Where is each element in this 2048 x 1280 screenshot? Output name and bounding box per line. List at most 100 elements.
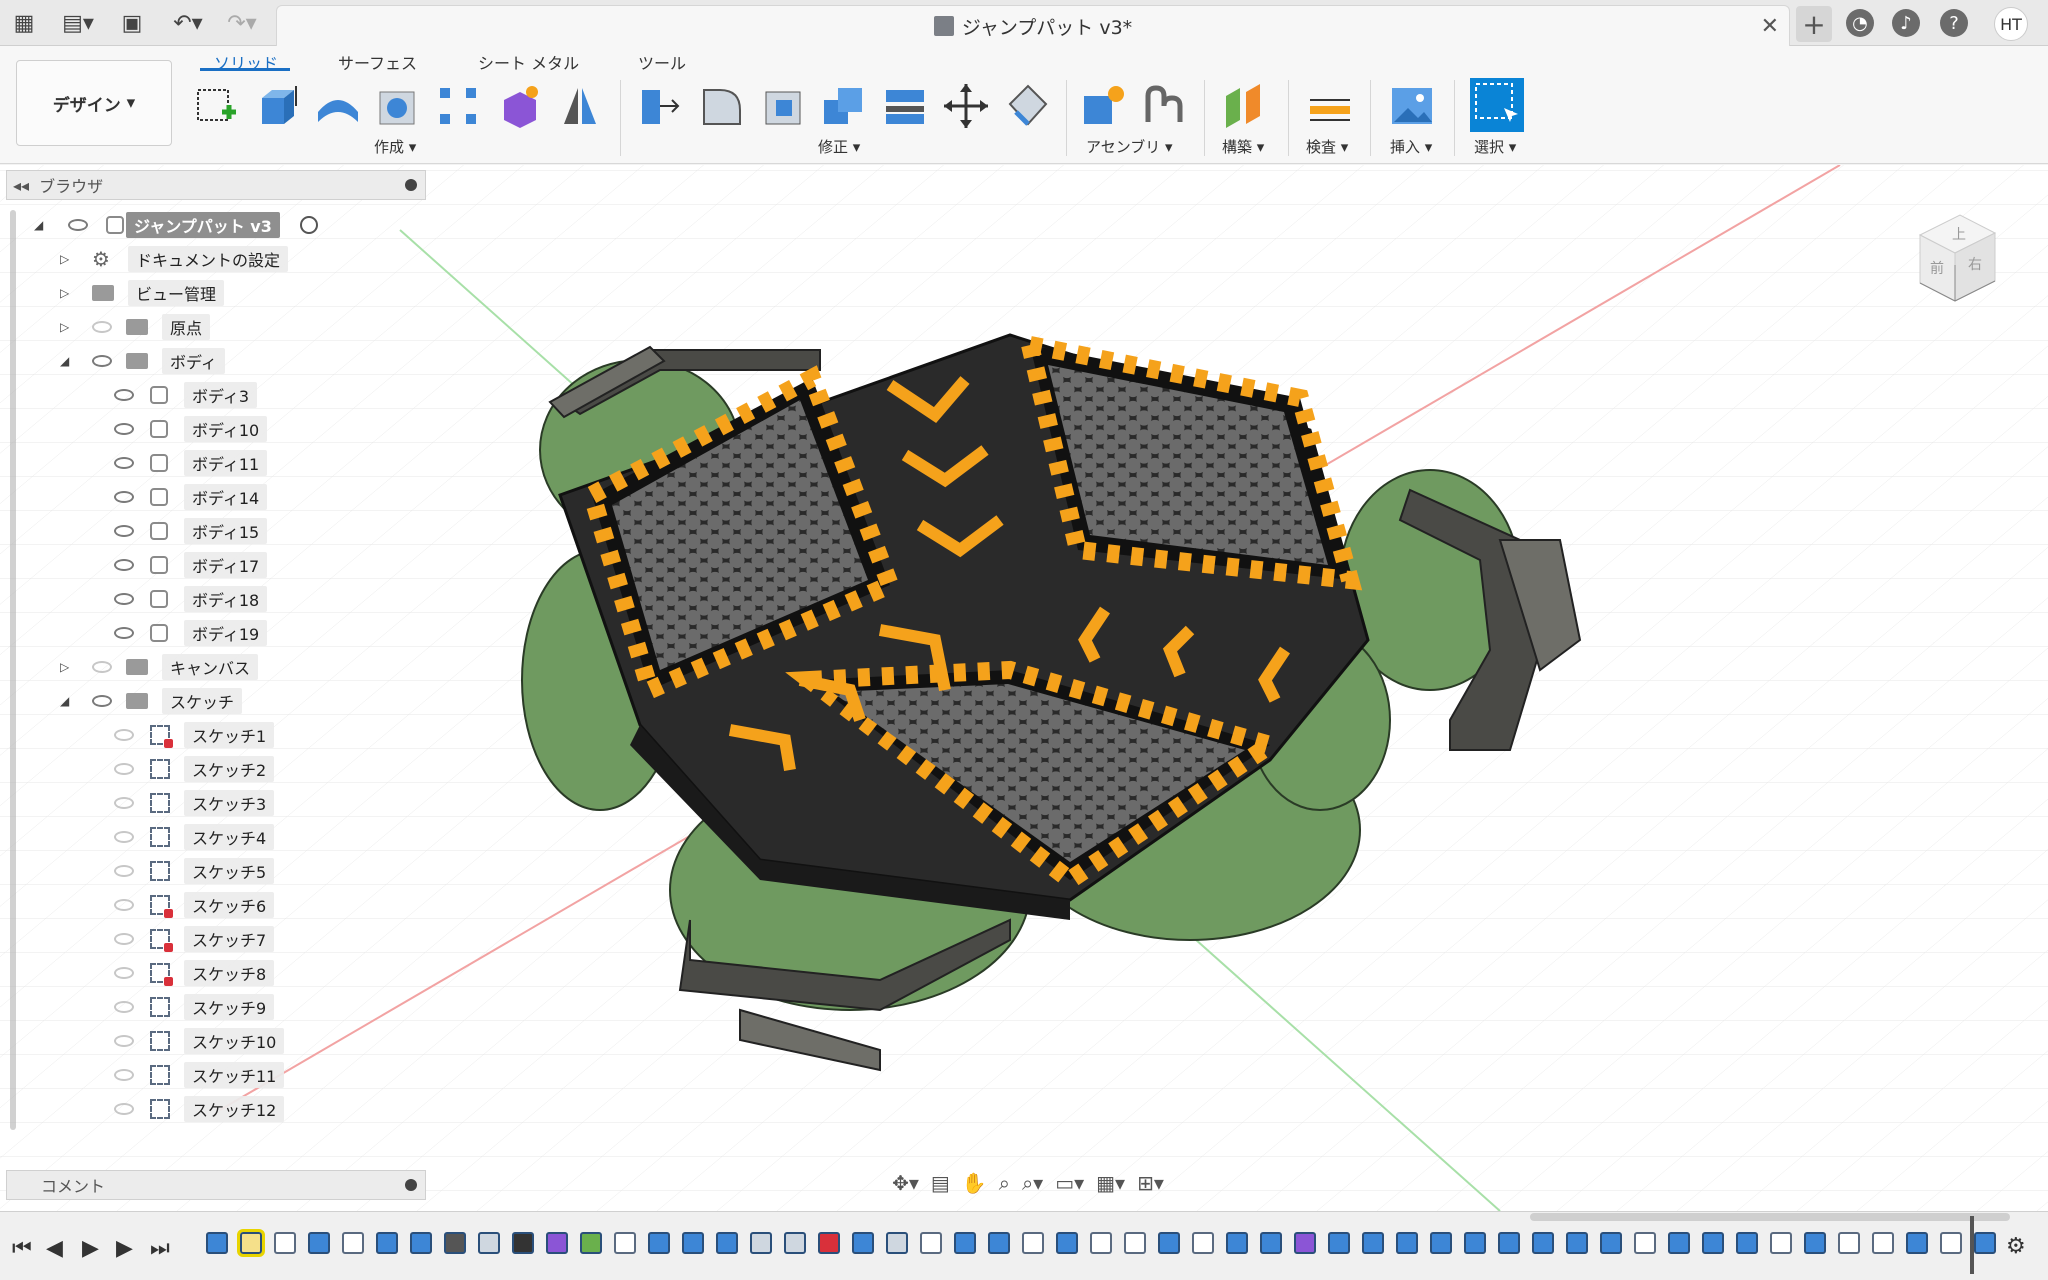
extrude-icon[interactable]: [254, 82, 302, 130]
new-tab-button[interactable]: +: [1796, 6, 1832, 42]
visibility-icon[interactable]: [114, 593, 134, 605]
undo-icon[interactable]: ↶▾: [168, 9, 208, 37]
tree-root[interactable]: ◢ ジャンプパット v3: [30, 212, 330, 238]
visibility-off-icon[interactable]: [114, 1035, 134, 1047]
timeline-feature[interactable]: [1736, 1232, 1758, 1254]
measure-icon[interactable]: [1306, 82, 1354, 130]
timeline-scrollbar[interactable]: [1530, 1213, 2010, 1221]
step-forward-icon[interactable]: ▶: [116, 1236, 133, 1261]
timeline-feature[interactable]: [1532, 1232, 1554, 1254]
timeline-feature[interactable]: [478, 1232, 500, 1254]
view-cube[interactable]: 上 前 右: [1900, 205, 2010, 315]
zoom-icon[interactable]: ⌕: [999, 1171, 1010, 1195]
go-to-start-icon[interactable]: ⏮: [12, 1236, 32, 1261]
timeline-feature[interactable]: [716, 1232, 738, 1254]
timeline-feature[interactable]: [1872, 1232, 1894, 1254]
timeline-feature[interactable]: [308, 1232, 330, 1254]
timeline-feature[interactable]: [1158, 1232, 1180, 1254]
timeline-feature[interactable]: [988, 1232, 1010, 1254]
timeline-feature[interactable]: [750, 1232, 772, 1254]
visibility-off-icon[interactable]: [114, 933, 134, 945]
timeline-feature[interactable]: [1090, 1232, 1112, 1254]
group-inspect[interactable]: 検査 ▾: [1306, 136, 1348, 157]
group-modify[interactable]: 修正 ▾: [818, 136, 860, 157]
new-component-icon[interactable]: [1080, 82, 1128, 130]
timeline-feature[interactable]: [410, 1232, 432, 1254]
visibility-off-icon[interactable]: [114, 865, 134, 877]
press-pull-icon[interactable]: [636, 82, 684, 130]
timeline-feature[interactable]: [1634, 1232, 1656, 1254]
visibility-icon[interactable]: [114, 491, 134, 503]
create-sketch-icon[interactable]: [192, 82, 240, 130]
timeline-feature[interactable]: [1974, 1232, 1996, 1254]
group-construct[interactable]: 構築 ▾: [1222, 136, 1264, 157]
timeline-feature[interactable]: [546, 1232, 568, 1254]
timeline-feature[interactable]: [274, 1232, 296, 1254]
form-icon[interactable]: [496, 82, 544, 130]
revolve-icon[interactable]: [314, 82, 362, 130]
timeline-feature[interactable]: [1702, 1232, 1724, 1254]
timeline-feature[interactable]: [1600, 1232, 1622, 1254]
timeline-feature[interactable]: [784, 1232, 806, 1254]
select-icon[interactable]: [1470, 78, 1524, 132]
visibility-off-icon[interactable]: [114, 763, 134, 775]
offset-plane-icon[interactable]: [1220, 82, 1268, 130]
combine-icon[interactable]: [820, 82, 868, 130]
visibility-icon[interactable]: [114, 627, 134, 639]
timeline-feature[interactable]: [512, 1232, 534, 1254]
timeline-feature[interactable]: [580, 1232, 602, 1254]
visibility-icon[interactable]: [92, 355, 112, 367]
document-tab[interactable]: ジャンプパット v3* ✕: [276, 5, 1790, 46]
hole-icon[interactable]: [374, 82, 422, 130]
close-tab-icon[interactable]: ✕: [1761, 14, 1779, 39]
shell-icon[interactable]: [760, 82, 808, 130]
apps-grid-icon[interactable]: ▦: [10, 9, 38, 37]
tab-surface[interactable]: サーフェス: [338, 50, 417, 74]
timeline-feature[interactable]: [1906, 1232, 1928, 1254]
visibility-icon[interactable]: [68, 219, 88, 231]
workspace-switcher[interactable]: デザイン ▾: [16, 60, 172, 146]
timeline-feature[interactable]: [1328, 1232, 1350, 1254]
visibility-icon[interactable]: [114, 389, 134, 401]
timeline-feature[interactable]: [1124, 1232, 1146, 1254]
display-settings-icon[interactable]: ▭▾: [1055, 1171, 1084, 1195]
split-body-icon[interactable]: [882, 82, 930, 130]
visibility-icon[interactable]: [92, 695, 112, 707]
timeline-feature[interactable]: [1804, 1232, 1826, 1254]
timeline-feature[interactable]: [342, 1232, 364, 1254]
timeline-marker[interactable]: [1970, 1216, 1974, 1274]
job-status-icon[interactable]: ◔: [1846, 9, 1874, 37]
insert-image-icon[interactable]: [1388, 82, 1436, 130]
timeline-feature[interactable]: [1498, 1232, 1520, 1254]
file-menu-icon[interactable]: ▤▾: [58, 9, 98, 37]
visibility-off-icon[interactable]: [92, 321, 112, 333]
timeline-feature[interactable]: [648, 1232, 670, 1254]
visibility-off-icon[interactable]: [92, 661, 112, 673]
go-to-end-icon[interactable]: ⏭: [150, 1236, 170, 1261]
timeline-feature[interactable]: [1430, 1232, 1452, 1254]
redo-icon[interactable]: ↷▾: [222, 9, 262, 37]
tab-tools[interactable]: ツール: [638, 50, 686, 74]
visibility-icon[interactable]: [114, 559, 134, 571]
visibility-off-icon[interactable]: [114, 797, 134, 809]
orbit-icon[interactable]: ✥▾: [892, 1171, 919, 1195]
timeline-feature[interactable]: [1260, 1232, 1282, 1254]
pattern-icon[interactable]: [434, 82, 482, 130]
visibility-off-icon[interactable]: [114, 1103, 134, 1115]
timeline-feature[interactable]: [1838, 1232, 1860, 1254]
timeline-feature[interactable]: [886, 1232, 908, 1254]
timeline-feature[interactable]: [614, 1232, 636, 1254]
group-assembly[interactable]: アセンブリ ▾: [1086, 136, 1173, 157]
timeline-feature[interactable]: [237, 1229, 265, 1257]
timeline-feature[interactable]: [376, 1232, 398, 1254]
visibility-icon[interactable]: [114, 457, 134, 469]
grid-settings-icon[interactable]: ▦▾: [1096, 1171, 1125, 1195]
visibility-off-icon[interactable]: [114, 831, 134, 843]
3d-viewport[interactable]: 上 前 右: [0, 165, 2048, 1211]
browser-panel-header[interactable]: ◂◂ ブラウザ: [6, 170, 426, 200]
add-comment-icon[interactable]: [405, 1179, 417, 1191]
visibility-off-icon[interactable]: [114, 899, 134, 911]
timeline-feature[interactable]: [1192, 1232, 1214, 1254]
comments-panel-header[interactable]: コメント: [6, 1170, 426, 1200]
timeline-feature[interactable]: [1022, 1232, 1044, 1254]
